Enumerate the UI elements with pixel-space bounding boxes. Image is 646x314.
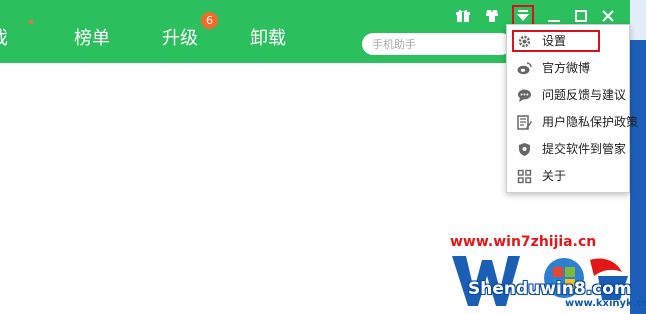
menu-item-settings[interactable]: 设置 bbox=[507, 29, 629, 55]
menu-item-privacy-policy[interactable]: 用户隐私保护政策 bbox=[507, 110, 638, 136]
menu-item-about[interactable]: 关于 bbox=[507, 164, 629, 190]
menu-item-weibo[interactable]: 官方微博 bbox=[507, 56, 629, 82]
search-input[interactable] bbox=[372, 33, 502, 56]
document-icon bbox=[517, 115, 532, 130]
minimize-icon[interactable] bbox=[547, 9, 561, 23]
shield-icon bbox=[519, 143, 530, 156]
tab-upgrade[interactable]: 升级 bbox=[162, 28, 198, 50]
tab-ranking[interactable]: 榜单 bbox=[74, 28, 110, 50]
menu-item-label: 用户隐私保护政策 bbox=[542, 115, 639, 129]
tab-uninstall[interactable]: 卸载 bbox=[250, 28, 286, 50]
menu-icon bbox=[517, 10, 529, 21]
main-menu-dropdown: 设置 官方微博 问题反馈与建议 用户隐私保护政策 提交软件到管家 关于 bbox=[506, 24, 638, 193]
skin-icon[interactable] bbox=[485, 9, 499, 23]
maximize-icon[interactable] bbox=[574, 9, 588, 23]
close-icon[interactable] bbox=[601, 9, 615, 23]
menu-item-label: 官方微博 bbox=[542, 61, 591, 75]
watermark-brand: Shenduwin8.com bbox=[468, 279, 632, 299]
chat-icon bbox=[518, 89, 531, 102]
gift-icon[interactable] bbox=[456, 9, 470, 23]
highlight-box bbox=[512, 30, 600, 52]
search-box bbox=[362, 33, 512, 56]
menu-item-label: 问题反馈与建议 bbox=[542, 88, 627, 102]
watermark-url-bottom: www.kxinyk.com bbox=[565, 298, 646, 309]
upgrade-count-badge: 6 bbox=[201, 12, 218, 29]
tab-games[interactable]: 戏 bbox=[0, 28, 8, 50]
app-window: 戏 榜单 升级 6 卸载 bbox=[0, 0, 646, 314]
menu-item-feedback[interactable]: 问题反馈与建议 bbox=[507, 83, 629, 109]
menu-item-submit-software[interactable]: 提交软件到管家 bbox=[507, 137, 629, 163]
menu-item-label: 关于 bbox=[542, 169, 567, 183]
watermark-url-top: www.win7zhijia.cn bbox=[450, 234, 597, 250]
menu-item-label: 提交软件到管家 bbox=[542, 142, 627, 156]
grid-icon bbox=[517, 169, 532, 184]
weibo-icon bbox=[517, 62, 532, 75]
notification-dot bbox=[29, 20, 33, 24]
